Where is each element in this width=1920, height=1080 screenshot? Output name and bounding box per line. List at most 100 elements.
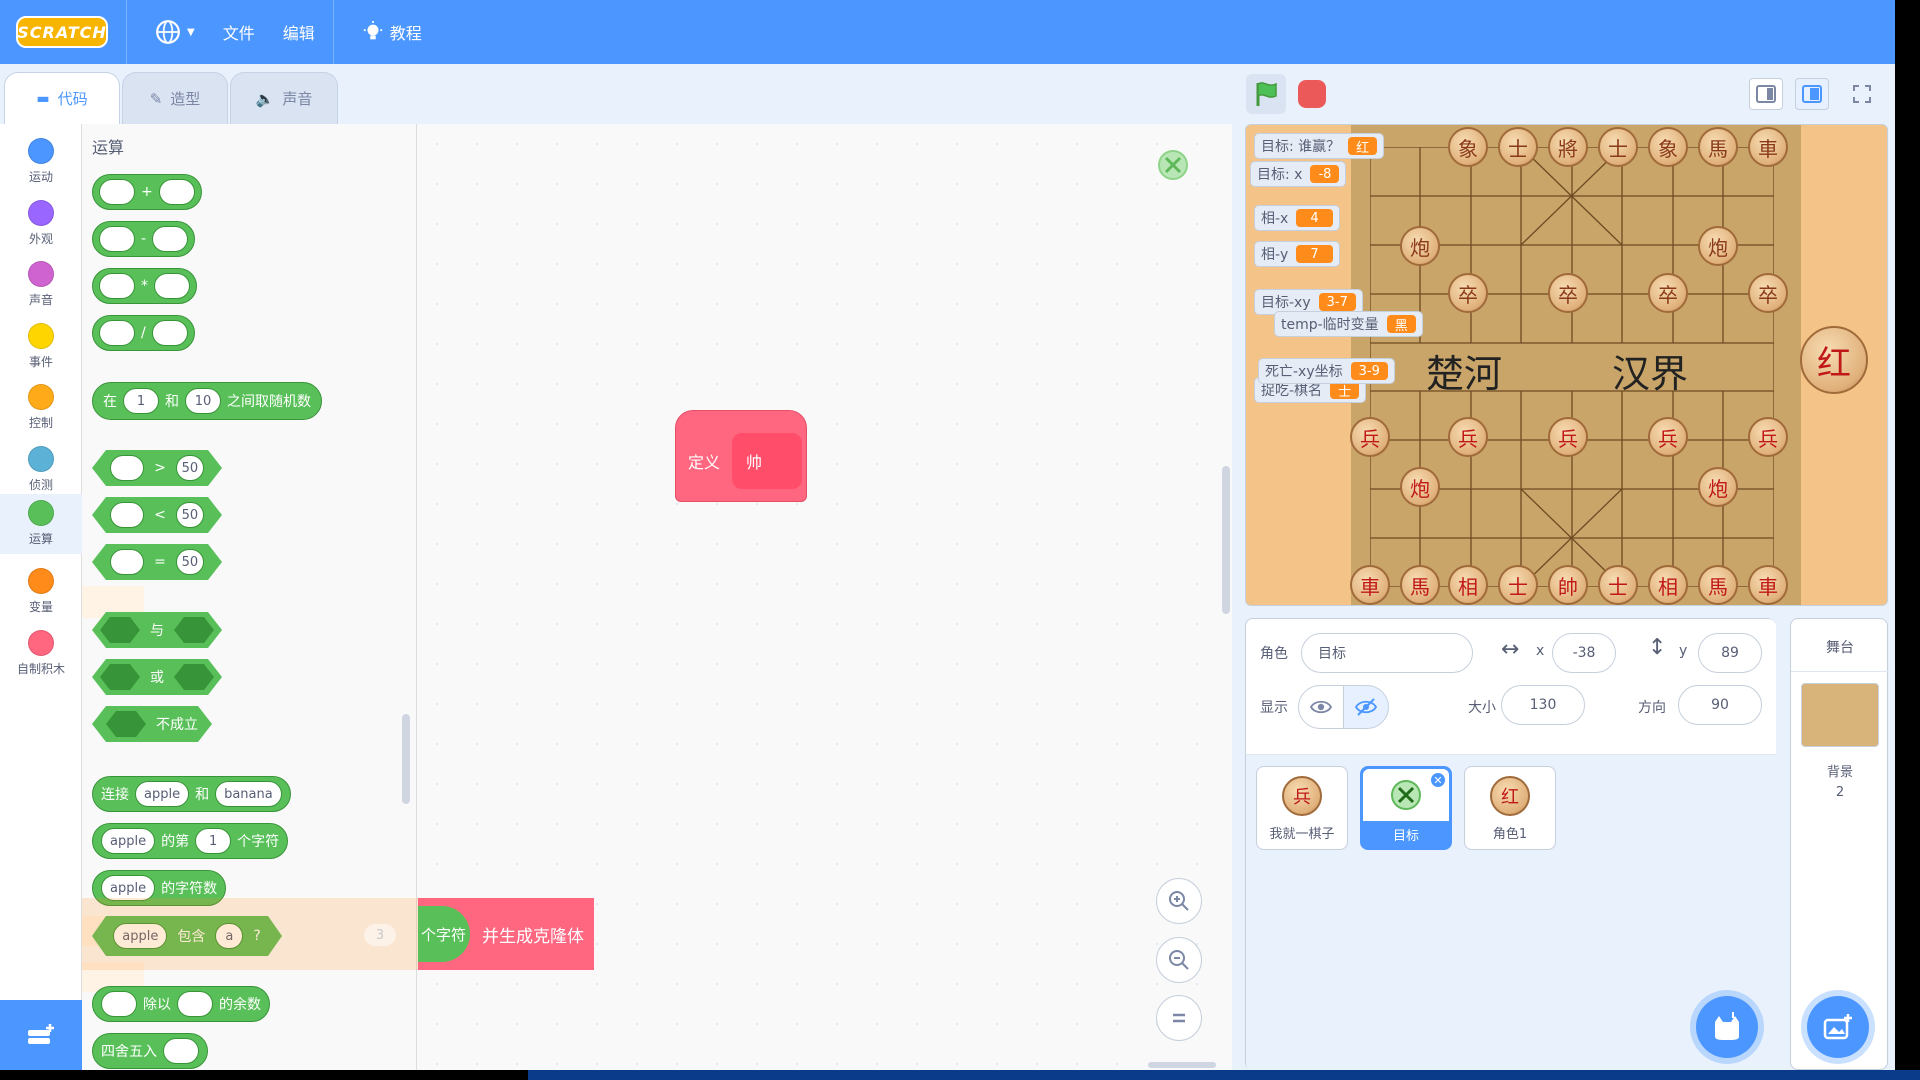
piece-black-horse[interactable]: 馬 bbox=[1698, 127, 1738, 167]
operand-slot[interactable] bbox=[101, 991, 137, 1017]
piece-red-advisor[interactable]: 士 bbox=[1598, 565, 1638, 605]
zoom-reset-button[interactable] bbox=[1156, 995, 1202, 1041]
boolean-slot[interactable] bbox=[174, 664, 214, 690]
greater-than-block[interactable]: >50 bbox=[92, 450, 222, 486]
variable-monitor[interactable]: 死亡-xy坐标 3-9 bbox=[1258, 358, 1395, 384]
piece-red-horse[interactable]: 馬 bbox=[1698, 565, 1738, 605]
piece-black-soldier[interactable]: 卒 bbox=[1748, 273, 1788, 313]
operand-slot[interactable] bbox=[163, 1038, 199, 1064]
category-control[interactable]: 控制 bbox=[0, 378, 82, 438]
green-flag-button[interactable] bbox=[1246, 74, 1286, 114]
define-block[interactable]: 定义 帅 bbox=[675, 410, 807, 502]
x-field[interactable]: -38 bbox=[1552, 633, 1616, 673]
letter-of-block[interactable]: apple 的第 1 个字符 bbox=[92, 823, 289, 859]
tab-sounds[interactable]: 🔈 声音 bbox=[230, 72, 338, 124]
compare-value[interactable]: 50 bbox=[176, 455, 204, 481]
subtract-block[interactable]: - bbox=[92, 221, 196, 257]
tab-costumes[interactable]: ✎ 造型 bbox=[122, 72, 228, 124]
choose-backdrop-button[interactable] bbox=[1807, 996, 1869, 1058]
category-variables[interactable]: 变量 bbox=[0, 562, 82, 622]
add-block[interactable]: + bbox=[92, 174, 202, 210]
backdrop-thumbnail[interactable] bbox=[1801, 683, 1879, 747]
piece-red-soldier[interactable]: 兵 bbox=[1548, 417, 1588, 457]
piece-black-cannon[interactable]: 炮 bbox=[1400, 226, 1440, 266]
piece-black-soldier[interactable]: 卒 bbox=[1648, 273, 1688, 313]
join-input-a[interactable]: apple bbox=[135, 781, 190, 807]
category-my-blocks[interactable]: 自制积木 bbox=[0, 624, 82, 684]
operand-slot[interactable] bbox=[99, 273, 135, 299]
letter-index-input[interactable]: 1 bbox=[195, 828, 232, 854]
piece-black-advisor[interactable]: 士 bbox=[1598, 127, 1638, 167]
piece-red-chariot[interactable]: 車 bbox=[1350, 565, 1390, 605]
operand-slot[interactable] bbox=[177, 991, 213, 1017]
show-sprite-button[interactable] bbox=[1298, 685, 1344, 729]
piece-black-soldier[interactable]: 卒 bbox=[1548, 273, 1588, 313]
mod-block[interactable]: 除以 的余数 bbox=[92, 986, 270, 1022]
piece-black-elephant[interactable]: 象 bbox=[1648, 127, 1688, 167]
piece-black-soldier[interactable]: 卒 bbox=[1448, 273, 1488, 313]
hide-sprite-button[interactable] bbox=[1343, 685, 1389, 729]
operand-slot[interactable] bbox=[152, 226, 189, 252]
category-looks[interactable]: 外观 bbox=[0, 194, 82, 254]
y-field[interactable]: 89 bbox=[1698, 633, 1762, 673]
tutorials-menu[interactable]: 教程 bbox=[362, 0, 422, 64]
file-menu[interactable]: 文件 bbox=[223, 0, 255, 64]
scratch-logo[interactable]: SCRATCH bbox=[16, 16, 108, 48]
turn-indicator-piece[interactable]: 红 bbox=[1800, 326, 1868, 394]
compare-value[interactable]: 50 bbox=[176, 502, 204, 528]
piece-red-cannon[interactable]: 炮 bbox=[1698, 467, 1738, 507]
tab-code[interactable]: ▬ 代码 bbox=[4, 72, 120, 124]
piece-red-horse[interactable]: 馬 bbox=[1400, 565, 1440, 605]
operand-slot[interactable] bbox=[110, 549, 144, 575]
join-input-b[interactable]: banana bbox=[215, 781, 282, 807]
join-block[interactable]: 连接 apple 和 banana bbox=[92, 776, 291, 812]
piece-black-elephant[interactable]: 象 bbox=[1448, 127, 1488, 167]
random-from-input[interactable]: 1 bbox=[123, 388, 159, 414]
piece-black-chariot[interactable]: 車 bbox=[1748, 127, 1788, 167]
piece-red-elephant[interactable]: 相 bbox=[1448, 565, 1488, 605]
boolean-slot[interactable] bbox=[100, 617, 140, 643]
piece-red-cannon[interactable]: 炮 bbox=[1400, 467, 1440, 507]
large-stage-button[interactable] bbox=[1795, 78, 1829, 110]
variable-monitor[interactable]: 相-y 7 bbox=[1254, 241, 1340, 267]
random-block[interactable]: 在 1 和 10 之间取随机数 bbox=[92, 382, 322, 420]
workspace-scrollbar-vertical[interactable] bbox=[1222, 466, 1230, 614]
category-sensing[interactable]: 侦测 bbox=[0, 440, 82, 500]
variable-monitor[interactable]: 目标: 谁赢？ 红 bbox=[1254, 133, 1385, 159]
not-block[interactable]: 不成立 bbox=[92, 706, 212, 742]
sprite-tile[interactable]: 兵 我就一棋子 bbox=[1256, 766, 1348, 850]
letter-word-input[interactable]: apple bbox=[101, 828, 156, 854]
category-sound[interactable]: 声音 bbox=[0, 255, 82, 315]
piece-red-general[interactable]: 帥 bbox=[1548, 565, 1588, 605]
small-stage-button[interactable] bbox=[1749, 78, 1783, 110]
zoom-out-button[interactable] bbox=[1156, 937, 1202, 983]
boolean-slot[interactable] bbox=[174, 617, 214, 643]
equals-block[interactable]: = 50 bbox=[92, 544, 222, 580]
operand-slot[interactable] bbox=[158, 179, 195, 205]
language-menu[interactable]: ▼ bbox=[155, 0, 195, 64]
size-field[interactable]: 130 bbox=[1501, 685, 1585, 725]
sprite-tile[interactable]: 红 角色1 bbox=[1464, 766, 1556, 850]
stop-button[interactable] bbox=[1298, 80, 1326, 108]
operand-slot[interactable] bbox=[151, 320, 188, 346]
operand-slot[interactable] bbox=[99, 179, 135, 205]
palette-scrollbar[interactable] bbox=[402, 714, 410, 804]
compare-value[interactable]: 50 bbox=[176, 549, 204, 575]
multiply-block[interactable]: * bbox=[92, 268, 197, 304]
boolean-slot[interactable] bbox=[100, 664, 140, 690]
delete-sprite-icon[interactable]: ✕ bbox=[1429, 771, 1447, 789]
operand-slot[interactable] bbox=[110, 455, 144, 481]
operand-slot[interactable] bbox=[154, 273, 190, 299]
category-motion[interactable]: 运动 bbox=[0, 132, 82, 192]
sprite-name-field[interactable]: 目标 bbox=[1301, 633, 1473, 673]
variable-monitor[interactable]: 相-x 4 bbox=[1254, 205, 1340, 231]
operand-slot[interactable] bbox=[99, 226, 135, 252]
piece-red-elephant[interactable]: 相 bbox=[1648, 565, 1688, 605]
and-block[interactable]: 与 bbox=[92, 612, 222, 648]
piece-black-cannon[interactable]: 炮 bbox=[1698, 226, 1738, 266]
piece-black-general[interactable]: 將 bbox=[1548, 127, 1588, 167]
category-operators[interactable]: 运算 bbox=[0, 494, 82, 554]
edit-menu[interactable]: 编辑 bbox=[283, 0, 315, 64]
stage-canvas[interactable]: 象 士 將 士 象 馬 車 炮 炮 卒 卒 卒 卒 楚河 汉界 兵 兵 兵 兵 … bbox=[1245, 124, 1888, 606]
piece-red-soldier[interactable]: 兵 bbox=[1350, 417, 1390, 457]
